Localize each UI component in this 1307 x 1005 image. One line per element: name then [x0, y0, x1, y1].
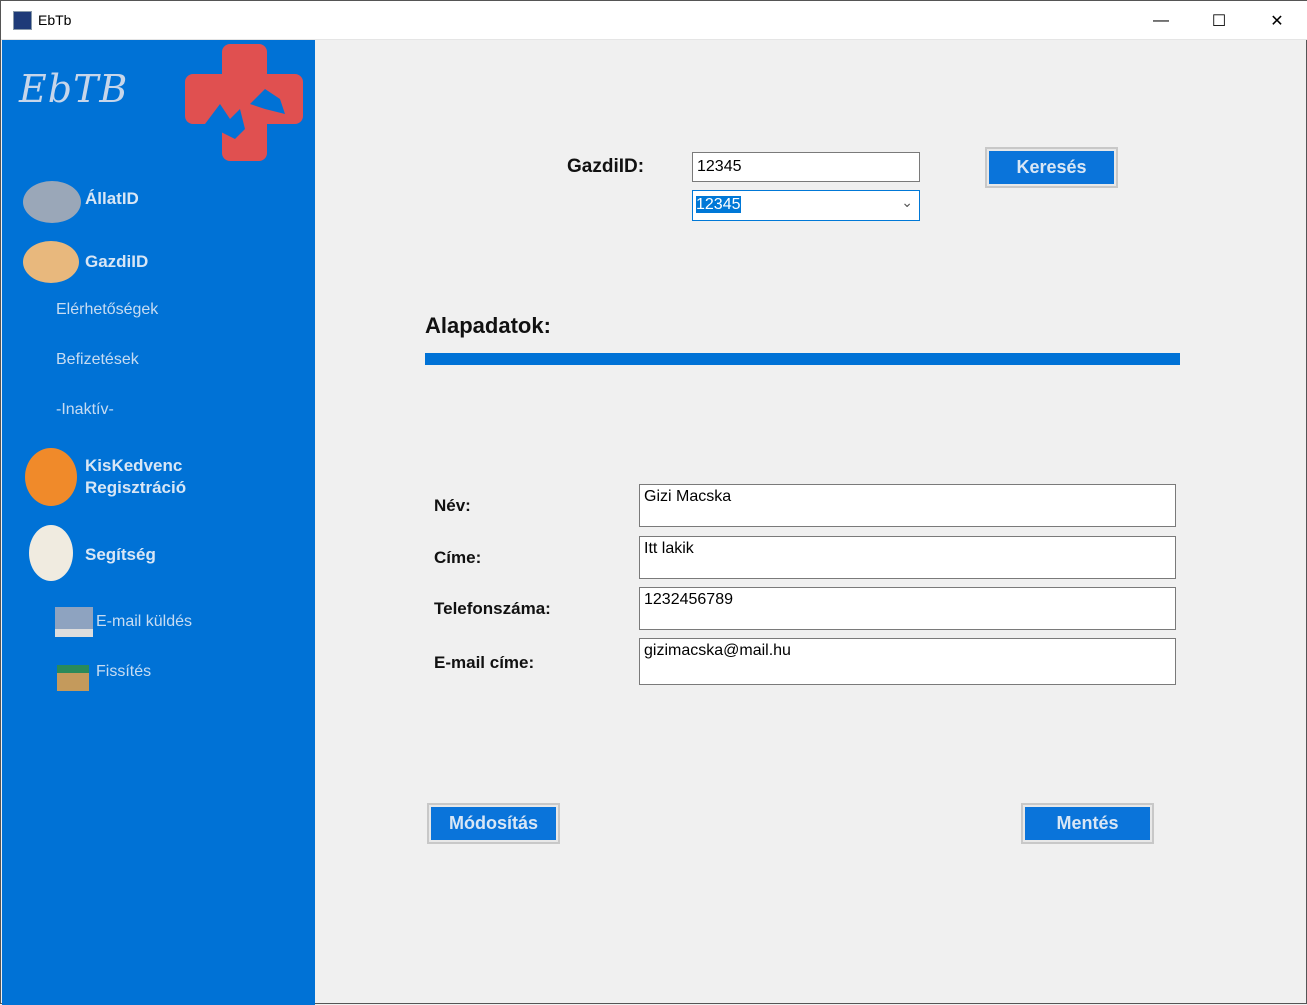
sidebar-item-inaktiv[interactable]: -Inaktív-: [56, 401, 114, 419]
mentes-button[interactable]: Mentés: [1021, 803, 1154, 844]
medical-cross-logo-icon: [185, 44, 303, 161]
modositas-button-label: Módosítás: [431, 807, 556, 840]
email-label: E-mail címe:: [434, 653, 535, 672]
pug-icon: [23, 241, 79, 283]
sidebar-item-elerhetosegek[interactable]: Elérhetőségek: [56, 301, 158, 319]
gazdiid-combobox[interactable]: 12345 ⌄: [692, 190, 920, 221]
gazdiid-label: GazdiID:: [567, 156, 645, 177]
sidebar-item-segitseg[interactable]: Segítség: [21, 523, 311, 585]
window-title: EbTb: [38, 12, 72, 28]
section-title: Alapadatok:: [425, 313, 551, 338]
app-logo-text: EbTB: [19, 67, 129, 111]
gazdiid-input[interactable]: [692, 152, 920, 182]
chevron-down-icon[interactable]: ⌄: [901, 194, 913, 211]
title-bar: EbTb — ☐ ✕: [1, 1, 1307, 40]
sidebar-item-gazdiid[interactable]: GazdiID: [21, 239, 311, 284]
mentes-button-label: Mentés: [1025, 807, 1150, 840]
grumpy-cat-icon: [23, 181, 81, 223]
telefonszama-field[interactable]: 1232456789: [639, 587, 1176, 630]
sidebar-item-label: GazdiID: [85, 252, 149, 271]
sidebar-item-label: KisKedvenc: [85, 456, 183, 475]
box-cat-icon: [57, 665, 89, 691]
sidebar-item-befizetesek[interactable]: Befizetések: [56, 351, 139, 369]
sidebar-item-label: Regisztráció: [85, 478, 187, 497]
telefonszama-label: Telefonszáma:: [434, 599, 551, 618]
orange-cat-icon: [25, 448, 77, 506]
laptop-cat-icon: [55, 607, 93, 637]
sidebar-item-email-kuldes[interactable]: E-mail küldés: [53, 605, 253, 639]
nev-label: Név:: [434, 496, 471, 515]
email-field[interactable]: gizimacska@mail.hu: [639, 638, 1176, 685]
sidebar-item-fissites[interactable]: Fissítés: [53, 653, 253, 693]
cime-label: Címe:: [434, 548, 482, 567]
app-icon: [13, 11, 32, 30]
sidebar-item-label: Fissítés: [96, 663, 152, 680]
minimize-button[interactable]: —: [1132, 1, 1190, 40]
sidebar-item-label: ÁllatID: [85, 189, 139, 208]
combo-selected-text: 12345: [696, 196, 741, 213]
sidebar-item-allatid[interactable]: ÁllatID: [21, 179, 341, 224]
cime-field[interactable]: Itt lakik: [639, 536, 1176, 579]
kereses-button[interactable]: Keresés: [985, 147, 1118, 188]
fluffy-dog-icon: [29, 525, 73, 581]
sidebar-item-kiskedvenc-regisztracio[interactable]: KisKedvenc Regisztráció: [21, 446, 311, 508]
nev-field[interactable]: Gizi Macska: [639, 484, 1176, 527]
close-button[interactable]: ✕: [1248, 1, 1306, 40]
modositas-button[interactable]: Módosítás: [427, 803, 560, 844]
maximize-button[interactable]: ☐: [1190, 1, 1248, 40]
sidebar-item-label: E-mail küldés: [96, 613, 193, 630]
sidebar-item-label: Segítség: [85, 545, 156, 564]
section-divider: [425, 353, 1180, 365]
kereses-button-label: Keresés: [989, 151, 1114, 184]
